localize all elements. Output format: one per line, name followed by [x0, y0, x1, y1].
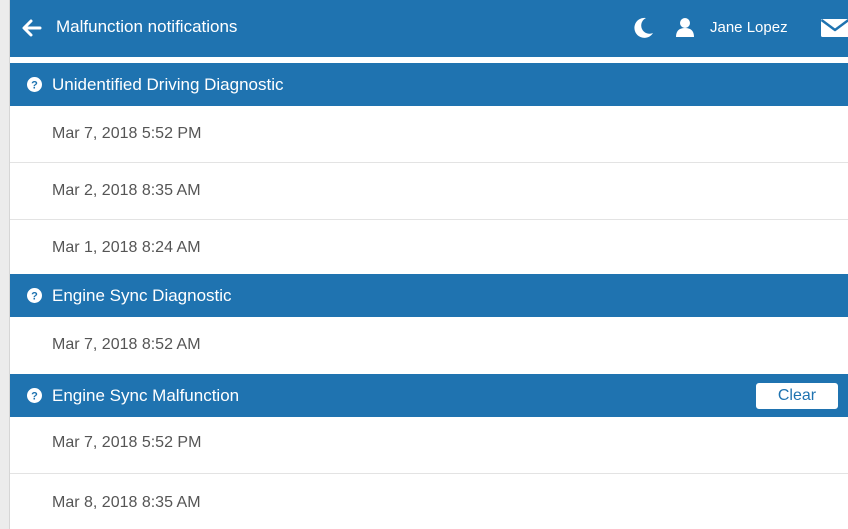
svg-text:?: ?: [31, 391, 38, 403]
list-item[interactable]: Mar 2, 2018 8:35 AM: [10, 163, 848, 220]
question-circle-icon[interactable]: ?: [27, 288, 42, 303]
section-header-engine-sync-diagnostic: ? Engine Sync Diagnostic: [10, 274, 848, 317]
list-item[interactable]: Mar 7, 2018 8:52 AM: [10, 317, 848, 374]
section-title: Unidentified Driving Diagnostic: [52, 75, 284, 94]
section-title: Engine Sync Diagnostic: [52, 286, 232, 305]
notification-timestamp: Mar 8, 2018 8:35 AM: [52, 494, 201, 511]
list-item[interactable]: Mar 7, 2018 5:52 PM: [10, 106, 848, 163]
section-title: Engine Sync Malfunction: [52, 386, 240, 405]
back-arrow-icon[interactable]: [20, 16, 44, 40]
notification-timestamp: Mar 7, 2018 5:52 PM: [52, 434, 202, 451]
list-item[interactable]: Mar 8, 2018 8:35 AM: [10, 474, 848, 529]
user-name-label[interactable]: Jane Lopez: [710, 19, 788, 36]
clear-button[interactable]: Clear: [756, 383, 838, 409]
question-circle-icon[interactable]: ?: [27, 388, 42, 403]
page-title: Malfunction notifications: [56, 17, 238, 36]
question-circle-icon[interactable]: ?: [27, 77, 42, 92]
svg-text:?: ?: [31, 291, 38, 303]
section-header-unidentified-driving: ? Unidentified Driving Diagnostic: [10, 63, 848, 106]
list-item[interactable]: Mar 7, 2018 5:52 PM: [10, 417, 848, 474]
notification-timestamp: Mar 1, 2018 8:24 AM: [52, 239, 201, 256]
top-bar: Malfunction notifications Jane Lopez: [10, 0, 848, 57]
moon-icon[interactable]: [630, 15, 656, 41]
app-window: Malfunction notifications Jane Lopez ? U…: [0, 0, 848, 529]
envelope-icon[interactable]: [820, 18, 848, 38]
notification-timestamp: Mar 2, 2018 8:35 AM: [52, 182, 201, 199]
notification-timestamp: Mar 7, 2018 8:52 AM: [52, 336, 201, 353]
section-header-engine-sync-malfunction: ? Engine Sync Malfunction Clear: [10, 374, 848, 417]
list-item[interactable]: Mar 1, 2018 8:24 AM: [10, 220, 848, 274]
notification-timestamp: Mar 7, 2018 5:52 PM: [52, 125, 202, 142]
left-edge-panel: [0, 0, 10, 529]
user-icon: [674, 16, 696, 38]
svg-text:?: ?: [31, 80, 38, 92]
